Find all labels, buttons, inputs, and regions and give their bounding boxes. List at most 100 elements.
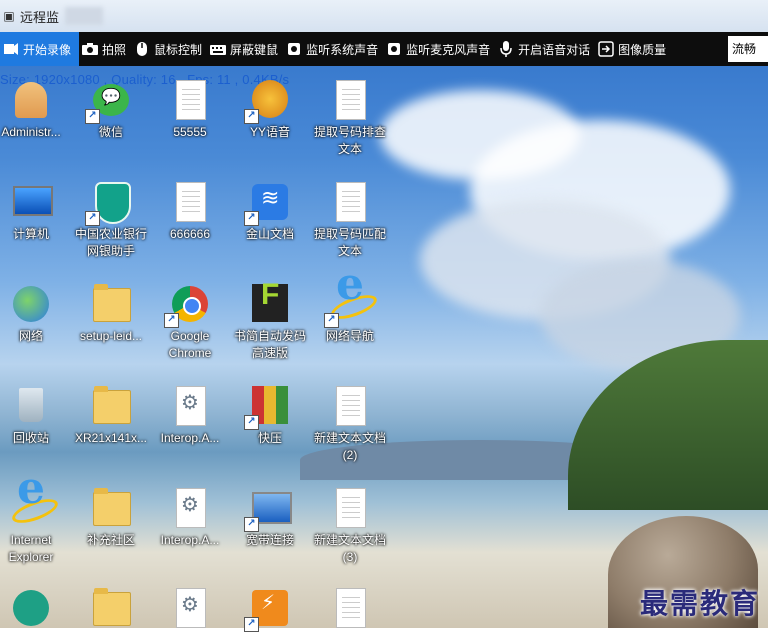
listen-system-audio-button[interactable]: 监听系统声音 xyxy=(283,32,383,66)
toolbar-label: 图像质量 xyxy=(618,42,667,57)
dice-icon xyxy=(9,586,53,630)
desktop-icon-label: 提取号码匹配文本 xyxy=(313,227,386,258)
title-redacted xyxy=(65,7,104,25)
doc-icon xyxy=(328,586,372,630)
gear-icon xyxy=(168,486,212,530)
green-hill xyxy=(568,340,768,510)
quality-select[interactable]: 流畅 xyxy=(728,36,768,62)
folder-icon xyxy=(89,486,133,530)
desktop-icon[interactable]: XR21x141x... xyxy=(72,384,150,447)
desktop-icon[interactable]: ↗ 宽带连接 xyxy=(231,486,309,549)
desktop-icon-label: Internet Explorer xyxy=(8,533,54,564)
toolbar-label: 监听系统声音 xyxy=(306,42,379,57)
image-quality-button[interactable]: 图像质量 xyxy=(595,32,671,66)
desktop-icon-label: 网络导航 xyxy=(325,329,374,343)
folder-icon xyxy=(89,586,133,630)
desktop-icon[interactable] xyxy=(0,586,70,632)
desktop-icon-label: 书简自动发码高速版 xyxy=(233,329,306,360)
shortcut-arrow-icon: ↗ xyxy=(85,211,100,226)
desktop-icon-label: 宽带连接 xyxy=(245,533,294,547)
doc-icon xyxy=(328,486,372,530)
desktop-icon[interactable]: ↗微信 xyxy=(72,78,150,141)
quality-icon xyxy=(598,41,614,57)
speaker-icon xyxy=(286,41,302,57)
shortcut-arrow-icon: ↗ xyxy=(244,211,259,226)
toolbar-label: 开启语音对话 xyxy=(518,42,591,57)
shortcut-arrow-icon: ↗ xyxy=(85,109,100,124)
desktop-icon[interactable]: 新建文本文档(3) xyxy=(311,486,389,566)
desktop-icon-label: Interop.A... xyxy=(160,431,220,445)
shortcut-arrow-icon: ↗ xyxy=(244,109,259,124)
desktop-icon[interactable]: ↗ 快压 xyxy=(231,384,309,447)
shortcut-arrow-icon: ↗ xyxy=(164,313,179,328)
voice-chat-button[interactable]: 开启语音对话 xyxy=(495,32,595,66)
desktop-icon[interactable]: 666666 xyxy=(151,180,229,243)
desktop-icon[interactable]: 补充社区 xyxy=(72,486,150,549)
desktop-icon[interactable] xyxy=(72,586,150,632)
toolbar-label: 监听麦克风声音 xyxy=(406,42,491,57)
desktop-icon-label: 新建文本文档(2) xyxy=(313,431,386,462)
desktop-icon[interactable]: 计算机 xyxy=(0,180,70,243)
quality-select-value: 流畅 xyxy=(732,42,757,56)
toolbar-label: 鼠标控制 xyxy=(154,42,203,57)
desktop-icon[interactable]: Administr... xyxy=(0,78,70,141)
desktop-icon[interactable]: ↗金山文档 xyxy=(231,180,309,243)
app-icon: ▣ xyxy=(3,9,15,23)
desktop-icon[interactable]: Interop.A... xyxy=(151,486,229,549)
doc-icon xyxy=(328,384,372,428)
gear-icon xyxy=(168,586,212,630)
ie-icon xyxy=(9,480,53,530)
desktop-icon-label: Google Chrome xyxy=(168,329,212,360)
mouse-icon xyxy=(134,41,150,57)
desktop-icon[interactable]: ↗ Google Chrome xyxy=(151,282,229,362)
desktop-icon[interactable] xyxy=(311,586,389,632)
gear-icon xyxy=(168,384,212,428)
desktop-icon-label: XR21x141x... xyxy=(74,431,148,445)
desktop-icon[interactable] xyxy=(151,586,229,632)
start-recording-button[interactable]: 开始录像 xyxy=(0,32,80,66)
desktop-icon[interactable]: 提取号码匹配文本 xyxy=(311,180,389,260)
desktop-icon[interactable]: 新建文本文档(2) xyxy=(311,384,389,464)
shortcut-arrow-icon: ↗ xyxy=(324,313,339,328)
desktop-icon[interactable]: setup-leid... xyxy=(72,282,150,345)
shortcut-arrow-icon: ↗ xyxy=(244,517,259,532)
shortcut-arrow-icon: ↗ xyxy=(244,617,259,632)
desktop-icon[interactable]: 网络 xyxy=(0,282,70,345)
desktop-icon-label: 中国农业银行网银助手 xyxy=(74,227,147,258)
desktop-icon[interactable]: 回收站 xyxy=(0,384,70,447)
f-icon xyxy=(248,282,292,326)
desktop-icon[interactable]: Interop.A... xyxy=(151,384,229,447)
desktop-icon[interactable]: Internet Explorer xyxy=(0,480,70,566)
desktop-icon-label: 新建文本文档(3) xyxy=(313,533,386,564)
desktop-icon[interactable]: 书简自动发码高速版 xyxy=(231,282,309,362)
desktop-icon[interactable]: ↗ YY语音 xyxy=(231,78,309,141)
folder-icon xyxy=(89,384,133,428)
wps-icon: ↗ xyxy=(244,180,292,226)
chrome-icon: ↗ xyxy=(164,282,212,328)
ie-icon: ↗ xyxy=(324,276,372,328)
desktop-icon-label: YY语音 xyxy=(249,125,290,139)
doc-icon xyxy=(328,180,372,224)
take-photo-button[interactable]: 拍照 xyxy=(79,32,131,66)
folder-icon xyxy=(89,282,133,326)
wechat-icon: ↗ xyxy=(85,78,133,124)
desktop-icon[interactable]: ↗ xyxy=(231,586,309,632)
desktop-icon[interactable]: ↗网络导航 xyxy=(311,276,389,345)
desktop-icon[interactable]: 55555 xyxy=(151,78,229,141)
desktop-icon[interactable]: 提取号码排查文本 xyxy=(311,78,389,158)
desktop-icon[interactable]: ↗ 中国农业银行网银助手 xyxy=(72,180,150,260)
toolbar-label: 拍照 xyxy=(102,42,127,57)
toolbar-label: 屏蔽键鼠 xyxy=(230,42,279,57)
mouse-control-button[interactable]: 鼠标控制 xyxy=(131,32,207,66)
listen-microphone-button[interactable]: 监听麦克风声音 xyxy=(383,32,495,66)
desktop-icon-label: 快压 xyxy=(257,431,282,445)
block-input-button[interactable]: 屏蔽键鼠 xyxy=(207,32,283,66)
window-titlebar: ▣ 远程监 xyxy=(0,0,768,32)
doc-icon xyxy=(328,78,372,122)
toolbar: 开始录像 拍照 鼠标控制 屏蔽键鼠 监听系统声音 监听麦克风声音 开启语音对话 … xyxy=(0,32,768,66)
broad-icon: ↗ xyxy=(244,486,292,532)
camera-icon xyxy=(82,41,99,57)
desktop-icon-label: Administr... xyxy=(1,125,61,139)
net-icon xyxy=(9,282,53,326)
desktop-icon-label: 55555 xyxy=(173,125,207,139)
